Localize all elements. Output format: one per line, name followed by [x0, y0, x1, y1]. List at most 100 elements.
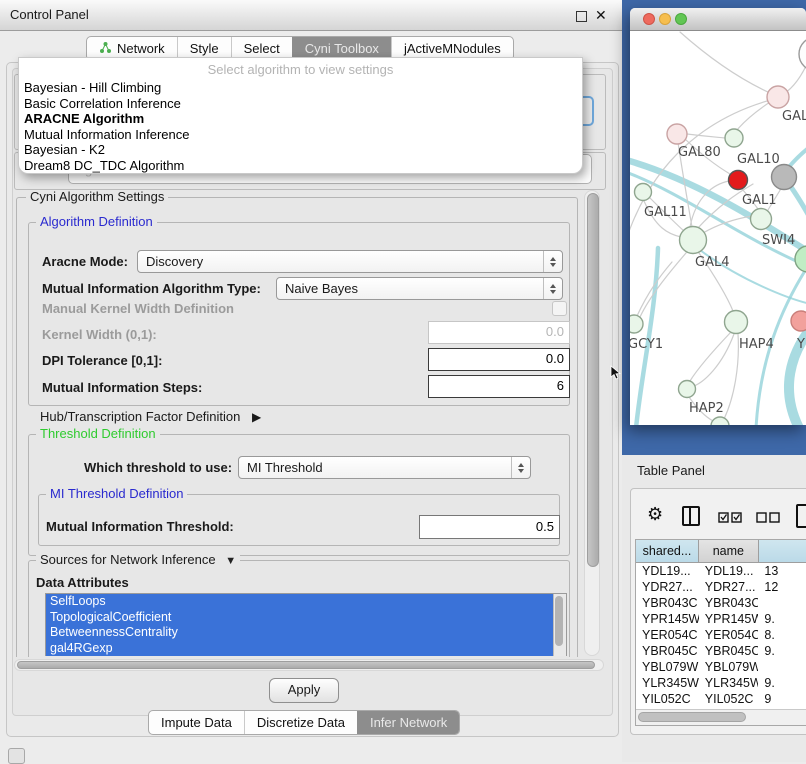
float-window-icon[interactable] — [576, 11, 587, 22]
table-column-header[interactable] — [759, 540, 806, 562]
expander-down-arrow-icon: ▼ — [225, 555, 236, 567]
attribute-list-item[interactable]: TopologicalCoefficient — [46, 610, 553, 626]
table-horizontal-scrollbar[interactable] — [636, 709, 806, 725]
network-edge[interactable] — [694, 334, 734, 386]
table-row[interactable]: YDL19...YDL19...13 — [636, 563, 806, 579]
settings-vertical-scrollbar-thumb[interactable] — [587, 193, 599, 567]
network-edge[interactable] — [788, 140, 806, 168]
network-node[interactable] — [729, 171, 748, 190]
manual-kernel-label: Manual Kernel Width Definition — [42, 301, 234, 317]
node-table: shared...name YDL19...YDL19...13YDR27...… — [635, 539, 806, 726]
close-icon[interactable]: ✕ — [595, 7, 607, 24]
network-node-gal80[interactable] — [667, 124, 687, 144]
manual-kernel-checkbox[interactable] — [552, 301, 567, 316]
table-row[interactable]: YPR145WYPR145W9. — [636, 611, 806, 627]
network-edge[interactable] — [724, 334, 738, 419]
network-node-label: SWI4 — [762, 233, 795, 248]
network-edge[interactable] — [789, 320, 806, 425]
attribute-list-item[interactable]: SelfLoops — [46, 594, 553, 610]
network-node-gcy1[interactable] — [630, 315, 643, 333]
network-node[interactable] — [799, 37, 806, 71]
select-all-columns-icon[interactable] — [718, 511, 742, 526]
algorithm-option[interactable]: Bayesian - Hill Climbing — [19, 80, 582, 96]
algorithm-dropdown: Select algorithm to view settings Bayesi… — [18, 57, 583, 174]
network-node-swi4[interactable] — [795, 246, 806, 272]
table-column-header[interactable]: shared... — [636, 540, 699, 562]
split-columns-icon[interactable] — [682, 506, 700, 526]
aracne-mode-combo[interactable]: Discovery — [137, 250, 563, 273]
expander-right-arrow-icon: ▶ — [252, 410, 261, 424]
apply-button[interactable]: Apply — [269, 678, 339, 703]
dpi-tolerance-field[interactable]: 0.0 — [428, 348, 570, 371]
settings-vertical-scrollbar[interactable] — [584, 190, 600, 656]
kernel-width-label: Kernel Width (0,1): — [42, 326, 157, 344]
table-row[interactable]: YBL079WYBL079W — [636, 659, 806, 675]
list-scrollbar-thumb[interactable] — [555, 596, 563, 646]
minimize-traffic-light[interactable] — [659, 13, 671, 25]
settings-horizontal-scrollbar-thumb[interactable] — [17, 661, 595, 669]
which-threshold-combo[interactable]: MI Threshold — [238, 456, 531, 479]
mi-type-combo[interactable]: Naive Bayes — [276, 277, 563, 300]
mi-steps-label: Mutual Information Steps: — [42, 379, 202, 397]
export-table-icon[interactable] — [796, 504, 806, 528]
table-rows: YDL19...YDL19...13YDR27...YDR27...12YBR0… — [636, 563, 806, 707]
attribute-list-item[interactable]: BetweennessCentrality — [46, 625, 553, 641]
network-node-label: GAL1 — [742, 193, 776, 208]
network-edge[interactable] — [737, 102, 770, 130]
network-node-gal11[interactable] — [635, 184, 652, 201]
table-column-header[interactable]: name — [699, 540, 759, 562]
list-scrollbar[interactable] — [553, 594, 566, 656]
network-edge[interactable] — [680, 32, 770, 93]
deselect-all-columns-icon[interactable] — [756, 511, 780, 526]
algorithm-option[interactable]: Bayesian - K2 — [19, 142, 582, 158]
network-window-titlebar — [630, 8, 806, 31]
algorithm-option[interactable]: Mutual Information Inference — [19, 127, 582, 143]
network-node-label: HAP4 — [739, 337, 774, 352]
mouse-cursor — [610, 365, 622, 381]
algorithm-option[interactable]: Basic Correlation Inference — [19, 96, 582, 112]
network-node-gal1[interactable] — [751, 209, 772, 230]
network-node-gal[interactable] — [767, 86, 789, 108]
network-node-hap2[interactable] — [679, 381, 696, 398]
tab-discretize-data[interactable]: Discretize Data — [244, 711, 357, 734]
table-row[interactable]: YIL052CYIL052C9 — [636, 691, 806, 707]
algorithm-option[interactable]: ARACNE Algorithm — [19, 111, 582, 127]
network-view[interactable]: GALGAL80GAL10GAL1GAL11GAL4SWI4GCY1HAP4YH… — [630, 30, 806, 425]
control-panel-titlebar: Control Panel ✕ — [0, 0, 622, 31]
settings-horizontal-scrollbar[interactable] — [14, 659, 604, 671]
network-node-gal4[interactable] — [680, 227, 707, 254]
network-edge[interactable] — [687, 134, 725, 138]
dpi-tolerance-label: DPI Tolerance [0,1]: — [42, 352, 162, 370]
network-node[interactable] — [772, 165, 797, 190]
table-row[interactable]: YER054CYER054C8. — [636, 627, 806, 643]
sources-group-title[interactable]: Sources for Network Inference ▼ — [36, 553, 240, 568]
network-node[interactable] — [711, 417, 729, 425]
tab-infer-network[interactable]: Infer Network — [357, 711, 459, 734]
mi-threshold-group-title: MI Threshold Definition — [46, 487, 187, 501]
mi-steps-field[interactable]: 6 — [428, 375, 570, 398]
table-header: shared...name — [636, 540, 806, 563]
aracne-mode-label: Aracne Mode: — [42, 250, 128, 273]
network-node-hap4[interactable] — [725, 311, 748, 334]
close-traffic-light[interactable] — [643, 13, 655, 25]
table-row[interactable]: YBR043CYBR043C — [636, 595, 806, 611]
cyni-settings-group-title: Cyni Algorithm Settings — [26, 190, 168, 204]
network-node-y[interactable] — [791, 311, 806, 331]
network-edge[interactable] — [640, 253, 686, 317]
attribute-list-item[interactable]: gal4RGexp — [46, 641, 553, 657]
network-icon — [99, 41, 112, 57]
network-node-gal10[interactable] — [725, 129, 743, 147]
tab-impute-data[interactable]: Impute Data — [149, 711, 244, 734]
mi-type-label: Mutual Information Algorithm Type: — [42, 277, 261, 300]
table-row[interactable]: YBR045CYBR045C9. — [636, 643, 806, 659]
hub-definition-expander[interactable]: Hub/Transcription Factor Definition ▶ — [40, 408, 261, 426]
table-row[interactable]: YDR27...YDR27...12 — [636, 579, 806, 595]
kernel-width-field[interactable]: 0.0 — [428, 321, 570, 344]
gear-icon[interactable]: ⚙ — [647, 504, 663, 525]
algorithm-option[interactable]: Dream8 DC_TDC Algorithm — [19, 158, 582, 174]
mi-threshold-field[interactable]: 0.5 — [419, 515, 560, 539]
algorithm-dropdown-list: Bayesian - Hill ClimbingBasic Correlatio… — [19, 80, 582, 173]
table-row[interactable]: YLR345WYLR345W9. — [636, 675, 806, 691]
table-horizontal-scrollbar-thumb[interactable] — [638, 712, 746, 722]
maximize-traffic-light[interactable] — [675, 13, 687, 25]
